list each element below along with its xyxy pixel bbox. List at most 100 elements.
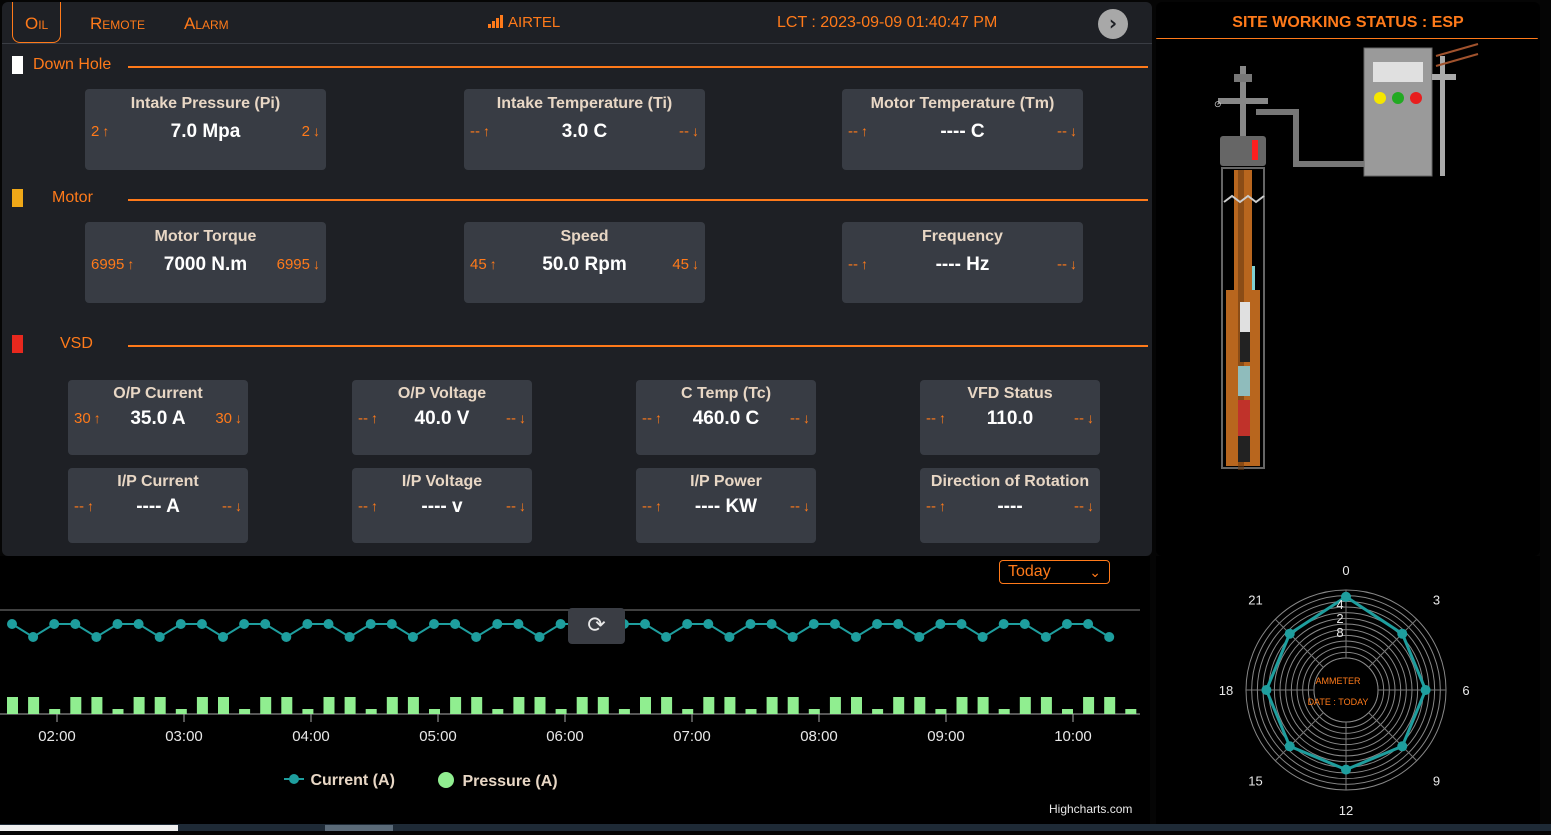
current-point [154,632,165,642]
pressure-bar [7,697,18,714]
low-threshold: -- ↑ [926,410,946,427]
param-title: VFD Status [967,385,1053,402]
param-card: Intake Temperature (Ti) -- ↑ 3.0 C -- ↓ [464,89,705,170]
high-threshold: 2 ↓ [301,123,320,140]
section-divider [128,66,1148,68]
current-point [808,619,819,629]
pressure-bar [1019,697,1031,714]
current-point [260,619,271,629]
pressure-bar [745,709,757,714]
high-threshold: -- ↓ [506,498,526,515]
current-point [534,632,545,642]
pressure-bar [977,697,989,714]
pressure-bar [344,697,356,714]
arrow-up-icon: ↑ [939,498,946,514]
pressure-bar [365,709,377,714]
low-threshold: -- ↑ [74,498,94,515]
ammeter-point [1341,764,1351,775]
low-threshold: -- ↑ [642,410,662,427]
section-motor: Motor [12,189,1148,209]
legend-pressure[interactable]: Pressure (A) [436,772,558,791]
pressure-bar [302,709,314,714]
current-point [851,632,861,642]
arrow-up-icon: ↑ [861,256,868,272]
param-title: Frequency [922,228,1003,245]
network-indicator: AIRTEL [488,14,560,32]
tab-alarm[interactable]: Alarm [184,14,229,34]
refresh-icon[interactable]: ⟳ [568,608,625,644]
pressure-bar [91,697,103,714]
pressure-bar [851,697,862,714]
chevron-right-icon[interactable]: › [1098,9,1128,39]
arrow-down-icon: ↓ [519,410,526,426]
param-title: Speed [560,228,609,245]
current-point [450,619,461,629]
section-marker-motor [12,189,23,207]
arrow-down-icon: ↓ [803,410,810,426]
param-value: ---- C [940,121,985,142]
tab-oil[interactable]: Oil [12,2,62,43]
polar-plot: 0 3 6 9 12 15 18 21 428 AMMETER DATE : TODAY [1219,563,1470,818]
polar-radial-label: 4 [1336,597,1343,612]
pressure-bar [1083,697,1095,714]
pressure-bar [766,697,778,714]
pressure-bar [682,709,694,714]
param-title: O/P Current [113,385,203,402]
arrow-down-icon: ↓ [692,256,699,272]
param-card: I/P Voltage -- ↑ ---- v -- ↓ [352,468,532,543]
pressure-bar [534,697,546,714]
signal-bars-icon [488,15,504,32]
legend-current[interactable]: Current (A) [282,772,395,790]
low-threshold: -- ↑ [642,498,662,515]
site-status-panel: SITE WORKING STATUS : ESP ⊙ [1156,2,1540,556]
pressure-bar [323,697,335,714]
section-vsd: VSD [12,335,1148,355]
network-name: AIRTEL [508,14,561,31]
pressure-bar [1104,697,1116,714]
arrow-up-icon: ↑ [87,498,94,514]
arrow-up-icon: ↑ [655,498,662,514]
svg-text:⊙: ⊙ [1214,100,1222,110]
current-point [70,619,81,629]
current-point [956,619,967,629]
arrow-up-icon: ↑ [939,410,946,426]
polar-date-label: DATE : TODAY [1308,697,1369,707]
pressure-bar [703,697,715,714]
high-threshold: -- ↓ [1074,410,1094,427]
x-tick-label: 07:00 [673,728,711,745]
esp-well-diagram: ⊙ [1214,43,1479,470]
polar-angle-label: 6 [1462,683,1469,698]
param-title: I/P Voltage [401,473,483,490]
param-card: Intake Pressure (Pi) 2 ↑ 7.0 Mpa 2 ↓ [85,89,326,170]
indicator-green [1392,92,1404,104]
current-point [28,632,39,642]
polar-angle-label: 3 [1433,592,1440,607]
x-tick-label: 05:00 [419,728,457,745]
section-marker-downhole [12,56,23,74]
high-threshold: 45 ↓ [672,256,699,273]
current-point [302,619,313,629]
param-value: 35.0 A [130,408,186,429]
chart-credit[interactable]: Highcharts.com [1049,802,1132,816]
bottom-strip [0,824,1551,831]
ammeter-polar-chart: 0 3 6 9 12 15 18 21 4 2 8 AMMETER DATE : TODAY [1156,556,1540,831]
high-threshold: 6995 ↓ [276,256,320,273]
param-value: 3.0 C [561,121,608,142]
pressure-bar [112,709,124,714]
parameters-panel: Oil Remote Alarm AIRTEL LCT : 2023-09-09… [2,2,1152,556]
pressure-bar [1125,709,1137,714]
pressure-bar [935,709,947,714]
tab-remote[interactable]: Remote [90,14,145,34]
pressure-bar [218,697,229,714]
current-point [1040,632,1051,642]
param-title: O/P Voltage [397,385,487,402]
x-tick-label: 02:00 [38,728,76,745]
x-tick-label: 10:00 [1054,728,1092,745]
param-title: Motor Temperature (Tm) [870,95,1055,112]
site-status-title: SITE WORKING STATUS : ESP [1232,14,1464,31]
param-value: 7.0 Mpa [170,121,241,142]
current-point [7,619,17,629]
pressure-bar [70,697,82,714]
pressure-bar [260,697,272,714]
pressure-bar [429,709,440,714]
